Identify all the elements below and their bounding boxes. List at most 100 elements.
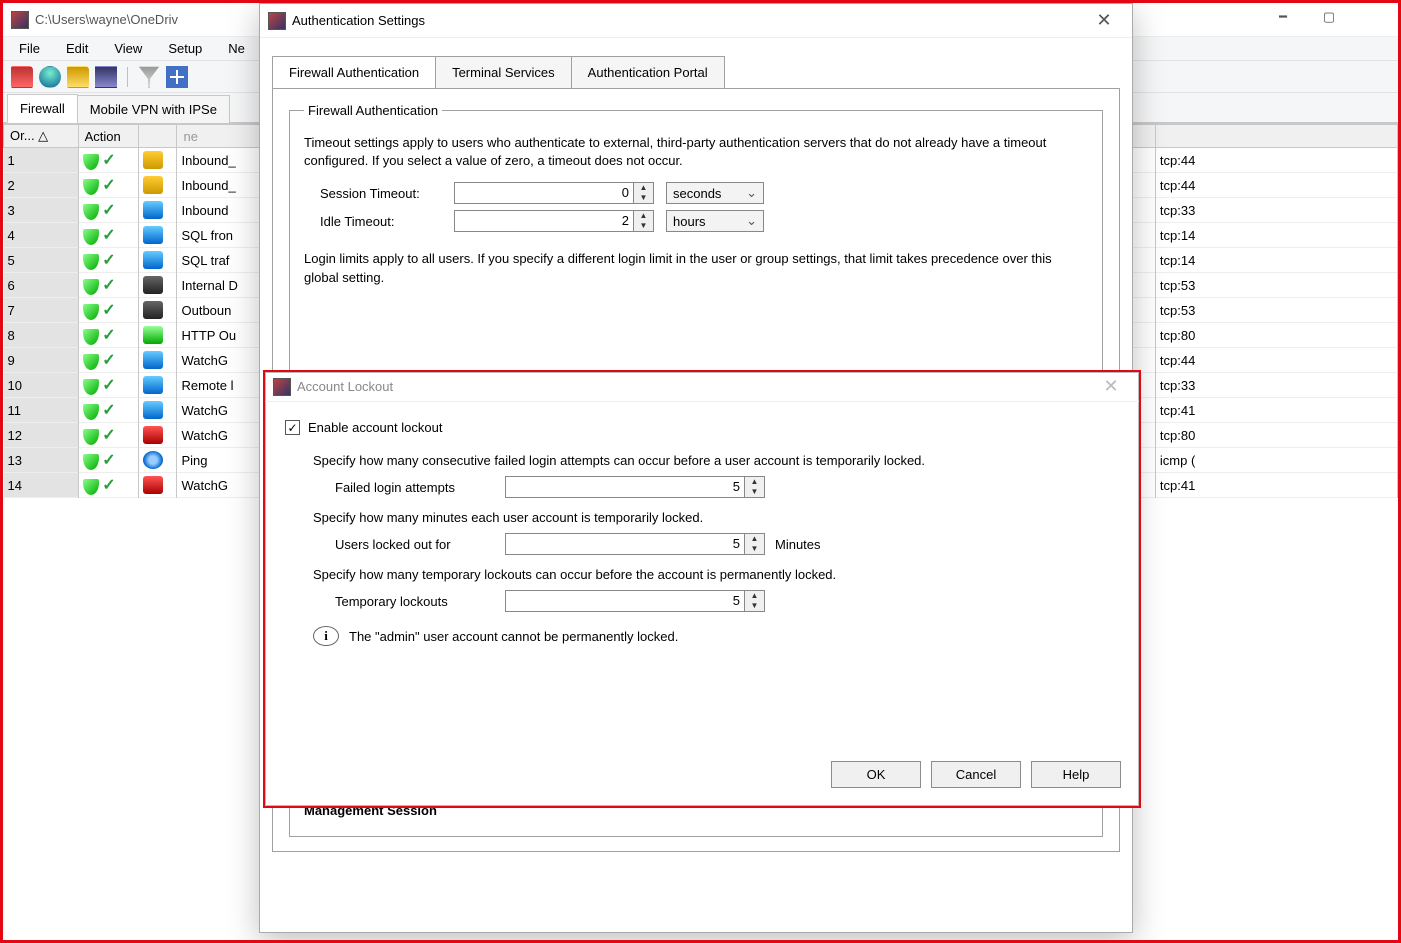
lockout-titlebar: Account Lockout ✕	[265, 372, 1139, 402]
row-port: icmp (	[1155, 448, 1397, 473]
temp-lockouts-spec: Specify how many temporary lockouts can …	[313, 567, 1119, 582]
row-action: ✓	[78, 223, 139, 248]
col-port[interactable]	[1155, 125, 1397, 148]
policy-type-icon	[143, 201, 163, 219]
policy-type-icon	[143, 226, 163, 244]
menu-file[interactable]: File	[9, 39, 50, 58]
menu-setup[interactable]: Setup	[158, 39, 212, 58]
shield-icon	[83, 329, 99, 345]
lockout-minutes-input[interactable]: 5	[505, 533, 745, 555]
toolbar-open-icon[interactable]	[67, 66, 89, 88]
toolbar-separator	[127, 67, 128, 87]
minimize-button[interactable]: ━	[1260, 3, 1306, 33]
shield-icon	[83, 304, 99, 320]
check-icon: ✓	[102, 452, 115, 469]
auth-tabs: Firewall Authentication Terminal Service…	[272, 56, 1120, 89]
policy-type-icon	[143, 376, 163, 394]
lockout-minutes-spinner[interactable]: ▲▼	[745, 533, 765, 555]
toolbar-device-icon[interactable]	[39, 66, 61, 88]
admin-info-row: i The "admin" user account cannot be per…	[313, 626, 1119, 646]
tab-auth-portal[interactable]: Authentication Portal	[571, 56, 725, 88]
toolbar-add-icon[interactable]	[166, 66, 188, 88]
policy-type-icon	[143, 176, 163, 194]
row-index: 11	[4, 398, 79, 423]
temp-lockouts-input[interactable]: 5	[505, 590, 745, 612]
tab-mobile-vpn[interactable]: Mobile VPN with IPSe	[77, 95, 230, 123]
menu-ne[interactable]: Ne	[218, 39, 255, 58]
tab-firewall[interactable]: Firewall	[7, 94, 78, 123]
row-action: ✓	[78, 198, 139, 223]
maximize-button[interactable]: ▢	[1306, 3, 1352, 33]
lockout-app-icon	[273, 378, 291, 396]
toolbar-save-icon[interactable]	[95, 66, 117, 88]
cancel-button[interactable]: Cancel	[931, 761, 1021, 788]
col-order[interactable]: Or... △	[4, 125, 79, 148]
ok-button[interactable]: OK	[831, 761, 921, 788]
main-window-title: C:\Users\wayne\OneDriv	[35, 12, 178, 27]
policy-type-icon	[143, 401, 163, 419]
toolbar-open-red-icon[interactable]	[11, 66, 33, 88]
shield-icon	[83, 154, 99, 170]
shield-icon	[83, 429, 99, 445]
session-timeout-row: Session Timeout: 0 ▲▼ seconds	[304, 182, 1088, 204]
check-icon: ✓	[102, 352, 115, 369]
account-lockout-dialog: Account Lockout ✕ Enable account lockout…	[263, 370, 1141, 808]
row-type	[139, 348, 177, 373]
menu-edit[interactable]: Edit	[56, 39, 98, 58]
temp-lockouts-row: Temporary lockouts 5 ▲▼	[335, 590, 1119, 612]
row-action: ✓	[78, 398, 139, 423]
lockout-minutes-row: Users locked out for 5 ▲▼ Minutes	[335, 533, 1119, 555]
failed-attempts-spinner[interactable]: ▲▼	[745, 476, 765, 498]
enable-lockout-checkbox[interactable]	[285, 420, 300, 435]
row-action: ✓	[78, 448, 139, 473]
check-icon: ✓	[102, 227, 115, 244]
toolbar-filter-icon[interactable]	[138, 66, 160, 88]
row-index: 12	[4, 423, 79, 448]
row-port: tcp:14	[1155, 248, 1397, 273]
idle-timeout-input[interactable]: 2	[454, 210, 634, 232]
policy-type-icon	[143, 301, 163, 319]
row-action: ✓	[78, 273, 139, 298]
row-port: tcp:33	[1155, 198, 1397, 223]
session-timeout-input[interactable]: 0	[454, 182, 634, 204]
idle-timeout-unit-select[interactable]: hours	[666, 210, 764, 232]
failed-attempts-input[interactable]: 5	[505, 476, 745, 498]
col-icon[interactable]	[139, 125, 177, 148]
row-type	[139, 198, 177, 223]
row-action: ✓	[78, 348, 139, 373]
firewall-auth-legend: Firewall Authentication	[304, 103, 442, 118]
row-action: ✓	[78, 148, 139, 173]
lockout-minutes-spec: Specify how many minutes each user accou…	[313, 510, 1119, 525]
check-icon: ✓	[102, 277, 115, 294]
lockout-buttons: OK Cancel Help	[831, 761, 1121, 788]
row-port: tcp:41	[1155, 398, 1397, 423]
session-timeout-unit-select[interactable]: seconds	[666, 182, 764, 204]
row-index: 4	[4, 223, 79, 248]
lockout-title: Account Lockout	[297, 379, 393, 394]
row-action: ✓	[78, 423, 139, 448]
auth-title: Authentication Settings	[292, 13, 425, 28]
col-action[interactable]: Action	[78, 125, 139, 148]
row-action: ✓	[78, 373, 139, 398]
close-button[interactable]	[1352, 3, 1398, 33]
menu-view[interactable]: View	[104, 39, 152, 58]
help-button[interactable]: Help	[1031, 761, 1121, 788]
lockout-minutes-unit: Minutes	[775, 537, 821, 552]
temp-lockouts-spinner[interactable]: ▲▼	[745, 590, 765, 612]
timeout-help-text: Timeout settings apply to users who auth…	[304, 134, 1088, 170]
idle-timeout-spinner[interactable]: ▲▼	[634, 210, 654, 232]
info-icon: i	[313, 626, 339, 646]
row-type	[139, 373, 177, 398]
lockout-close-button[interactable]: ✕	[1091, 376, 1131, 397]
tab-firewall-auth[interactable]: Firewall Authentication	[272, 56, 436, 88]
temp-lockouts-label: Temporary lockouts	[335, 594, 505, 609]
app-icon	[11, 11, 29, 29]
row-port: tcp:44	[1155, 148, 1397, 173]
tab-terminal-services[interactable]: Terminal Services	[435, 56, 572, 88]
auth-close-button[interactable]: ✕	[1084, 10, 1124, 31]
policy-type-icon	[143, 326, 163, 344]
row-port: tcp:41	[1155, 473, 1397, 498]
shield-icon	[83, 279, 99, 295]
auth-titlebar: Authentication Settings ✕	[260, 4, 1132, 38]
session-timeout-spinner[interactable]: ▲▼	[634, 182, 654, 204]
